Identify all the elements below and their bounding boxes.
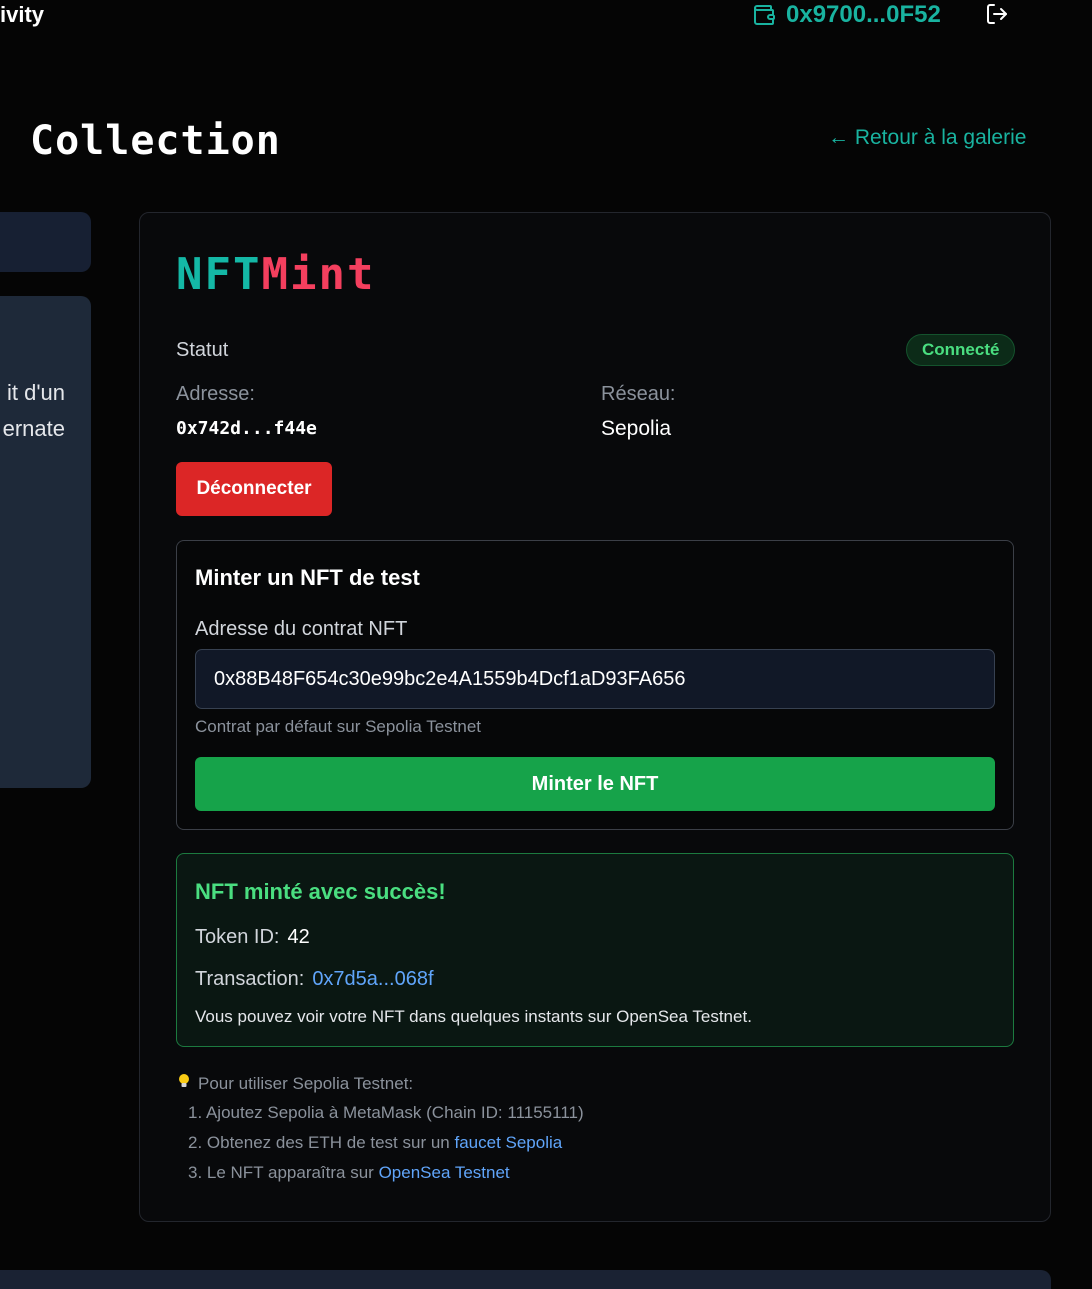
- wallet-button[interactable]: 0x9700...0F52: [752, 0, 941, 30]
- network-label: Réseau:: [601, 383, 676, 405]
- logo-mint-text: Mint: [261, 249, 376, 300]
- nav-item-activity[interactable]: ivity: [0, 2, 44, 28]
- tips-step-3-text: 3. Le NFT apparaîtra sur: [188, 1163, 379, 1182]
- disconnect-button[interactable]: Déconnecter: [176, 462, 332, 516]
- wallet-address: 0x9700...0F52: [786, 1, 941, 28]
- network-value: Sepolia: [601, 417, 672, 440]
- transaction-row: Transaction: 0x7d5a...068f: [195, 968, 434, 991]
- mint-form-box: Minter un NFT de test Adresse du contrat…: [176, 540, 1014, 830]
- page-title: Collection: [30, 118, 281, 164]
- nftmint-logo: NFTMint: [176, 249, 375, 300]
- nft-mint-card: NFTMint Statut Connecté Adresse: 0x742d.…: [139, 212, 1051, 1222]
- bottom-panel: [0, 1270, 1051, 1289]
- contract-address-input[interactable]: [195, 649, 995, 709]
- left-panel-text-line-1: it d'un: [6, 380, 65, 405]
- mint-nft-button[interactable]: Minter le NFT: [195, 757, 995, 811]
- transaction-link[interactable]: 0x7d5a...068f: [312, 968, 433, 990]
- lightbulb-icon: [178, 1073, 190, 1094]
- contract-hint: Contrat par défaut sur Sepolia Testnet: [195, 717, 482, 736]
- address-value: 0x742d...f44e: [176, 418, 317, 439]
- wallet-icon: [754, 5, 775, 25]
- opensea-testnet-link[interactable]: OpenSea Testnet: [379, 1163, 510, 1182]
- tips-step-2: 2. Obtenez des ETH de test sur un faucet…: [188, 1133, 562, 1153]
- left-panel-text-line-2: ernate: [2, 416, 65, 441]
- address-label: Adresse:: [176, 383, 255, 405]
- faucet-sepolia-link[interactable]: faucet Sepolia: [454, 1133, 562, 1152]
- success-title: NFT minté avec succès!: [195, 879, 446, 904]
- logo-nft-text: NFT: [176, 249, 262, 300]
- tips-step-3: 3. Le NFT apparaîtra sur OpenSea Testnet: [188, 1163, 510, 1183]
- transaction-label: Transaction:: [195, 968, 305, 990]
- left-sidebar-pill: [0, 212, 91, 272]
- tips-step-2-text: 2. Obtenez des ETH de test sur un: [188, 1133, 455, 1152]
- status-badge: Connecté: [906, 334, 1016, 366]
- logout-icon[interactable]: [985, 2, 1009, 26]
- back-to-gallery-link[interactable]: ← Retour à la galerie: [828, 126, 1026, 150]
- tips-intro-line: Pour utiliser Sepolia Testnet:: [178, 1073, 413, 1094]
- token-id-label: Token ID:: [195, 926, 280, 948]
- token-id-row: Token ID: 42: [195, 926, 310, 949]
- mint-success-box: NFT minté avec succès! Token ID: 42 Trans…: [176, 853, 1014, 1047]
- mint-form-title: Minter un NFT de test: [195, 565, 420, 590]
- token-id-value: 42: [287, 926, 310, 948]
- tips-intro: Pour utiliser Sepolia Testnet:: [198, 1074, 414, 1093]
- left-info-panel: it d'un ernate: [0, 296, 91, 788]
- contract-address-label: Adresse du contrat NFT: [195, 618, 408, 640]
- success-note: Vous pouvez voir votre NFT dans quelques…: [195, 1007, 752, 1026]
- status-label: Statut: [176, 339, 229, 361]
- tips-step-1: 1. Ajoutez Sepolia à MetaMask (Chain ID:…: [188, 1103, 584, 1122]
